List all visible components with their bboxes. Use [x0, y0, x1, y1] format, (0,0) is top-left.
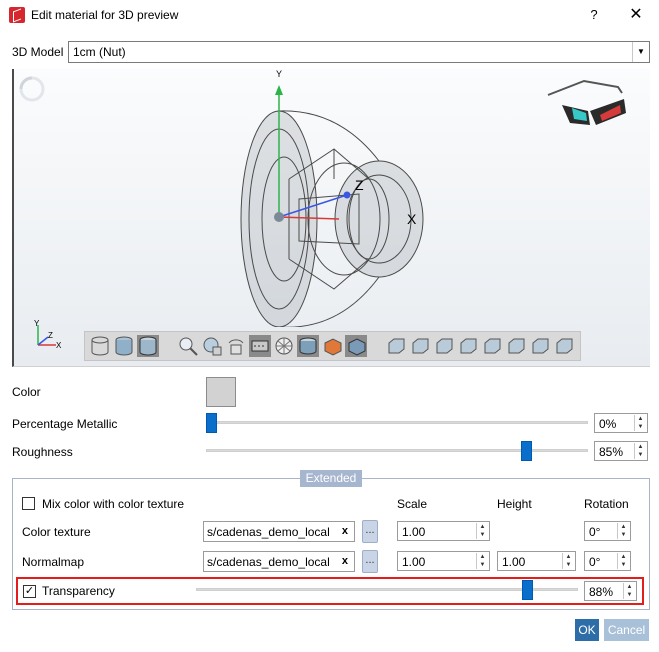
color-texture-scale-input[interactable]: 1.00 ▲ ▼: [397, 521, 490, 541]
close-button[interactable]: ✕: [624, 4, 648, 26]
axis-z-label: Z: [355, 177, 364, 193]
view-right-icon[interactable]: [457, 335, 479, 357]
color-swatch[interactable]: [206, 377, 236, 407]
roughness-spinner[interactable]: ▲ ▼: [634, 443, 646, 459]
normalmap-scale-spinner[interactable]: ▲ ▼: [476, 553, 488, 569]
model-select-value: 1cm (Nut): [73, 45, 126, 59]
cylinder-solid-icon[interactable]: [113, 335, 135, 357]
color-texture-path-input[interactable]: s/cadenas_demo_local x: [203, 521, 355, 542]
scale-header: Scale: [397, 497, 428, 511]
roughness-slider-thumb[interactable]: [521, 441, 533, 461]
view-left-icon[interactable]: [433, 335, 455, 357]
material-cube-icon[interactable]: [321, 335, 343, 357]
roughness-label: Roughness: [12, 445, 73, 459]
mesh-view-icon[interactable]: [273, 335, 295, 357]
transparency-slider-thumb[interactable]: [522, 580, 534, 600]
metallic-value: 0%: [599, 417, 617, 431]
section-view-icon[interactable]: [249, 335, 271, 357]
color-texture-rotation-input[interactable]: 0° ▲ ▼: [584, 521, 631, 541]
view-iso2-icon[interactable]: [553, 335, 575, 357]
cancel-button[interactable]: Cancel: [604, 619, 649, 641]
normalmap-rotation: 0°: [589, 555, 601, 569]
color-texture-path: s/cadenas_demo_local: [207, 525, 330, 539]
cylinder-shaded-icon[interactable]: [137, 335, 159, 357]
metallic-label: Percentage Metallic: [12, 417, 118, 431]
color-texture-browse-button[interactable]: ...: [362, 520, 378, 543]
view-top-icon[interactable]: [481, 335, 503, 357]
3d-glasses-icon[interactable]: [544, 77, 632, 127]
view-toolbar: [84, 331, 581, 361]
cylinder-cut-icon[interactable]: [297, 335, 319, 357]
window-title: Edit material for 3D preview: [31, 8, 179, 22]
zoom-fit-icon[interactable]: [201, 335, 223, 357]
view-bottom-icon[interactable]: [505, 335, 527, 357]
mix-color-label: Mix color with color texture: [42, 497, 185, 511]
metallic-input[interactable]: 0% ▲ ▼: [594, 413, 648, 433]
view-front-icon[interactable]: [385, 335, 407, 357]
normalmap-height-spinner[interactable]: ▲ ▼: [562, 553, 574, 569]
axis-x-label: X: [407, 211, 417, 227]
solid-cube-icon[interactable]: [345, 335, 367, 357]
app-icon: [9, 7, 25, 23]
color-texture-rotation: 0°: [589, 525, 601, 539]
view-back-icon[interactable]: [409, 335, 431, 357]
normalmap-scale: 1.00: [402, 555, 426, 569]
transparency-value: 88%: [589, 585, 614, 599]
clear-icon[interactable]: x: [342, 525, 348, 537]
height-header: Height: [497, 497, 532, 511]
ok-button[interactable]: OK: [575, 619, 599, 641]
color-label: Color: [12, 385, 41, 399]
transparency-input[interactable]: 88% ▲ ▼: [584, 581, 637, 601]
normalmap-path-input[interactable]: s/cadenas_demo_local x: [203, 551, 355, 572]
model-label: 3D Model: [12, 45, 64, 59]
mix-color-checkbox[interactable]: [22, 497, 35, 510]
metallic-spinner[interactable]: ▲ ▼: [634, 415, 646, 431]
color-texture-rotation-spinner[interactable]: ▲ ▼: [617, 523, 629, 539]
normalmap-browse-button[interactable]: ...: [362, 550, 378, 573]
rotation-header: Rotation: [584, 497, 629, 511]
transparency-label: Transparency: [42, 584, 115, 598]
transparency-checkbox[interactable]: ✓: [23, 585, 36, 598]
axis-y-label: Y: [276, 69, 283, 79]
3d-viewport[interactable]: Y Z X Y Z X: [12, 69, 650, 367]
zoom-icon[interactable]: [177, 335, 199, 357]
triad-x-label: X: [56, 341, 62, 350]
color-texture-label: Color texture: [22, 525, 91, 539]
extended-tab[interactable]: Extended: [300, 470, 362, 487]
normalmap-rotation-spinner[interactable]: ▲ ▼: [617, 553, 629, 569]
triad-z-label: Z: [48, 331, 53, 340]
clear-icon[interactable]: x: [342, 555, 348, 567]
rotate-icon[interactable]: [225, 335, 247, 357]
normalmap-rotation-input[interactable]: 0° ▲ ▼: [584, 551, 631, 571]
chevron-down-icon[interactable]: ▼: [632, 42, 649, 62]
normalmap-path: s/cadenas_demo_local: [207, 555, 330, 569]
roughness-value: 85%: [599, 445, 624, 459]
transparency-slider-track[interactable]: [196, 588, 578, 591]
model-select[interactable]: 1cm (Nut) ▼: [68, 41, 650, 63]
metallic-slider-thumb[interactable]: [206, 413, 217, 433]
normalmap-height: 1.00: [502, 555, 526, 569]
normalmap-label: Normalmap: [22, 555, 85, 569]
loading-ring-icon: [19, 76, 45, 102]
3d-model-wireframe: [240, 85, 424, 327]
transparency-spinner[interactable]: ▲ ▼: [623, 583, 635, 599]
normalmap-height-input[interactable]: 1.00 ▲ ▼: [497, 551, 576, 571]
view-iso-icon[interactable]: [529, 335, 551, 357]
color-texture-scale-spinner[interactable]: ▲ ▼: [476, 523, 488, 539]
color-texture-scale: 1.00: [402, 525, 426, 539]
cylinder-wire-icon[interactable]: [89, 335, 111, 357]
triad-y-label: Y: [34, 319, 40, 328]
normalmap-scale-input[interactable]: 1.00 ▲ ▼: [397, 551, 490, 571]
roughness-input[interactable]: 85% ▲ ▼: [594, 441, 648, 461]
help-button[interactable]: ?: [583, 5, 605, 25]
metallic-slider-track[interactable]: [206, 421, 588, 424]
